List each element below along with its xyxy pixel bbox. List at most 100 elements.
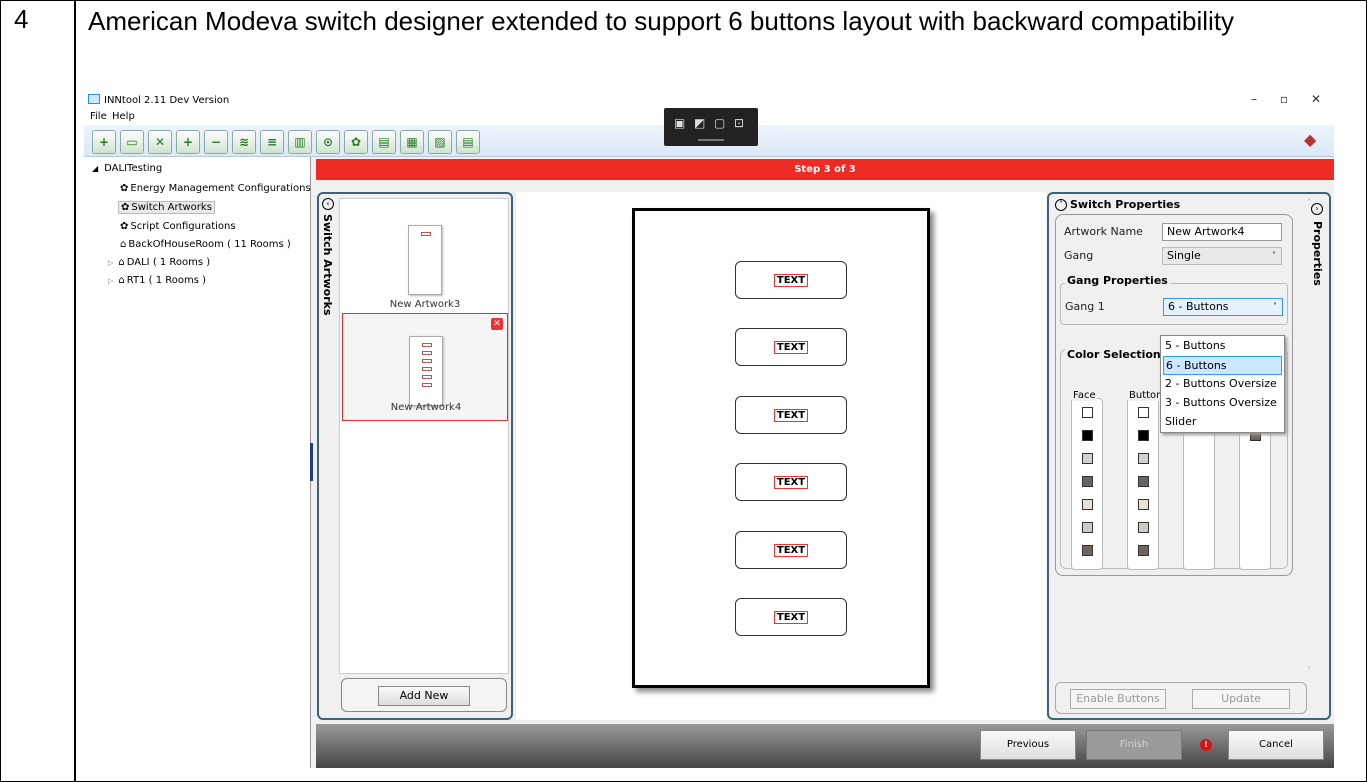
- artwork-name-input[interactable]: New Artwork4: [1162, 223, 1282, 241]
- app-window: INNtool 2.11 Dev Version – ▫ ✕ File Help…: [84, 88, 1334, 768]
- table-column-divider: [74, 0, 76, 782]
- expand-icon[interactable]: ›: [1311, 202, 1323, 215]
- gang1-select[interactable]: 6 - Buttons ˅: [1163, 298, 1283, 316]
- enable-buttons-button[interactable]: Enable Buttons: [1070, 689, 1166, 709]
- switch-properties-header[interactable]: ˄ Switch Properties: [1055, 198, 1180, 211]
- book-icon[interactable]: ◆: [1304, 130, 1326, 152]
- document-icon[interactable]: ▤: [456, 130, 480, 154]
- gang-label: Gang: [1064, 249, 1094, 262]
- delete-icon[interactable]: ✕: [491, 318, 503, 330]
- maximize-button[interactable]: ▫: [1274, 92, 1294, 106]
- add-icon[interactable]: +: [176, 130, 200, 154]
- color-swatch[interactable]: [1082, 476, 1093, 487]
- update-button[interactable]: Update: [1192, 689, 1290, 709]
- disabled-icon[interactable]: ▨: [428, 130, 452, 154]
- new-icon[interactable]: +: [92, 130, 116, 154]
- export-icon[interactable]: ▦: [400, 130, 424, 154]
- menu-file[interactable]: File: [90, 111, 107, 122]
- color-swatch[interactable]: [1082, 407, 1093, 418]
- tree-item-switch-artworks[interactable]: ✿ Switch Artworks: [118, 201, 215, 214]
- previous-button[interactable]: Previous: [980, 730, 1076, 760]
- tree-item-script[interactable]: ✿ Script Configurations: [120, 221, 236, 232]
- dropdown-option[interactable]: 2 - Buttons Oversize: [1163, 375, 1282, 394]
- collapse-up-icon[interactable]: ˄: [1055, 199, 1067, 211]
- plate-button[interactable]: TEXT: [735, 531, 847, 569]
- gang1-label: Gang 1: [1065, 300, 1105, 313]
- color-swatch[interactable]: [1138, 430, 1149, 441]
- artwork-card[interactable]: New Artwork3: [342, 205, 508, 313]
- dropdown-option[interactable]: 5 - Buttons: [1163, 337, 1282, 356]
- window-icon[interactable]: ▢: [714, 116, 725, 130]
- tree-item-backofhouse[interactable]: ⌂ BackOfHouseRoom ( 11 Rooms ): [120, 239, 291, 250]
- chevron-down-icon: ˅: [1272, 251, 1276, 260]
- gang-properties-title: Gang Properties: [1065, 274, 1170, 287]
- pointer-icon[interactable]: ◩: [694, 116, 705, 130]
- color-swatch[interactable]: [1138, 499, 1149, 510]
- add-new-button[interactable]: Add New: [378, 686, 470, 706]
- finish-button[interactable]: Finish: [1086, 730, 1182, 760]
- minimize-button[interactable]: –: [1244, 92, 1264, 106]
- color-swatch[interactable]: [1138, 545, 1149, 556]
- tree-item-rt1[interactable]: ▷ ⌂ RT1 ( 1 Rooms ): [108, 275, 206, 286]
- dropdown-option[interactable]: 6 - Buttons: [1163, 356, 1282, 375]
- scroll-up-icon[interactable]: ˄: [1307, 198, 1311, 207]
- collapse-icon[interactable]: ‹: [322, 198, 334, 210]
- color-swatch[interactable]: [1138, 522, 1149, 533]
- tree-item-dali[interactable]: ▷ ⌂ DALI ( 1 Rooms ): [108, 257, 210, 268]
- button-color-column: Button: [1127, 390, 1164, 570]
- color-swatch[interactable]: [1082, 545, 1093, 556]
- plate-button[interactable]: TEXT: [735, 598, 847, 636]
- capture-icon[interactable]: ▣: [674, 116, 685, 130]
- artwork-thumbnail: [408, 225, 442, 295]
- color-swatch[interactable]: [1138, 453, 1149, 464]
- project-tree: ◢ DALITesting ✿ Energy Management Configur…: [84, 157, 311, 768]
- dropdown-option[interactable]: 3 - Buttons Oversize: [1163, 394, 1282, 413]
- remove-icon[interactable]: −: [204, 130, 228, 154]
- menu-help[interactable]: Help: [112, 111, 135, 122]
- color-swatch[interactable]: [1082, 430, 1093, 441]
- dropdown-option[interactable]: Slider: [1163, 413, 1282, 432]
- tree-item-energy[interactable]: ✿ Energy Management Configurations: [120, 183, 311, 194]
- open-icon[interactable]: ▭: [120, 130, 144, 154]
- face-label: Face: [1072, 390, 1097, 401]
- plate-button[interactable]: TEXT: [735, 261, 847, 299]
- color-swatch[interactable]: [1138, 476, 1149, 487]
- wireless-icon[interactable]: ≋: [232, 130, 256, 154]
- script-icon[interactable]: ≡: [260, 130, 284, 154]
- cancel-button[interactable]: Cancel: [1228, 730, 1324, 760]
- plate-button[interactable]: TEXT: [735, 463, 847, 501]
- color-swatch[interactable]: [1082, 499, 1093, 510]
- house-icon: ⌂: [118, 275, 125, 286]
- artwork-card-selected[interactable]: ✕ New Artwork4: [342, 313, 508, 421]
- region-icon[interactable]: ⊡: [734, 116, 744, 130]
- artwork-label: New Artwork3: [389, 299, 461, 310]
- color-selection-title: Color Selection: [1065, 348, 1163, 361]
- plate-button[interactable]: TEXT: [735, 328, 847, 366]
- gang-properties-group: Gang Properties Gang 1 6 - Buttons ˅: [1060, 274, 1288, 325]
- tree-root[interactable]: ◢ DALITesting: [92, 163, 162, 174]
- scroll-down-icon[interactable]: ˅: [1307, 666, 1311, 675]
- download-icon[interactable]: ⊙: [316, 130, 340, 154]
- color-swatch[interactable]: [1082, 453, 1093, 464]
- button-label: Button: [1128, 390, 1164, 401]
- color-swatch[interactable]: [1082, 522, 1093, 533]
- drag-handle[interactable]: [698, 139, 724, 141]
- gang1-dropdown-list: 5 - Buttons 6 - Buttons 2 - Buttons Oversi…: [1160, 335, 1285, 433]
- chart-icon[interactable]: ▥: [288, 130, 312, 154]
- plate-button-text: TEXT: [774, 611, 808, 624]
- close-button[interactable]: ✕: [1306, 92, 1326, 106]
- gang-select[interactable]: Single ˅: [1162, 247, 1282, 265]
- app-icon: [88, 94, 100, 104]
- artworks-panel-header: ‹ Switch Artworks: [321, 198, 337, 318]
- delete-doc-icon[interactable]: ✕: [148, 130, 172, 154]
- face-color-column: Face: [1071, 390, 1103, 570]
- row-description: American Modeva switch designer extended…: [88, 6, 1235, 36]
- splitter-handle[interactable]: [310, 443, 313, 481]
- color-swatch[interactable]: [1138, 407, 1149, 418]
- folder-icon[interactable]: ▤: [372, 130, 396, 154]
- plate-button[interactable]: TEXT: [735, 396, 847, 434]
- switch-artworks-panel: ‹ Switch Artworks New Artwork3 ✕ New Art…: [317, 192, 513, 720]
- title-bar: INNtool 2.11 Dev Version – ▫ ✕: [84, 88, 1334, 110]
- plate-button-text: TEXT: [774, 476, 808, 489]
- settings-icon[interactable]: ✿: [344, 130, 368, 154]
